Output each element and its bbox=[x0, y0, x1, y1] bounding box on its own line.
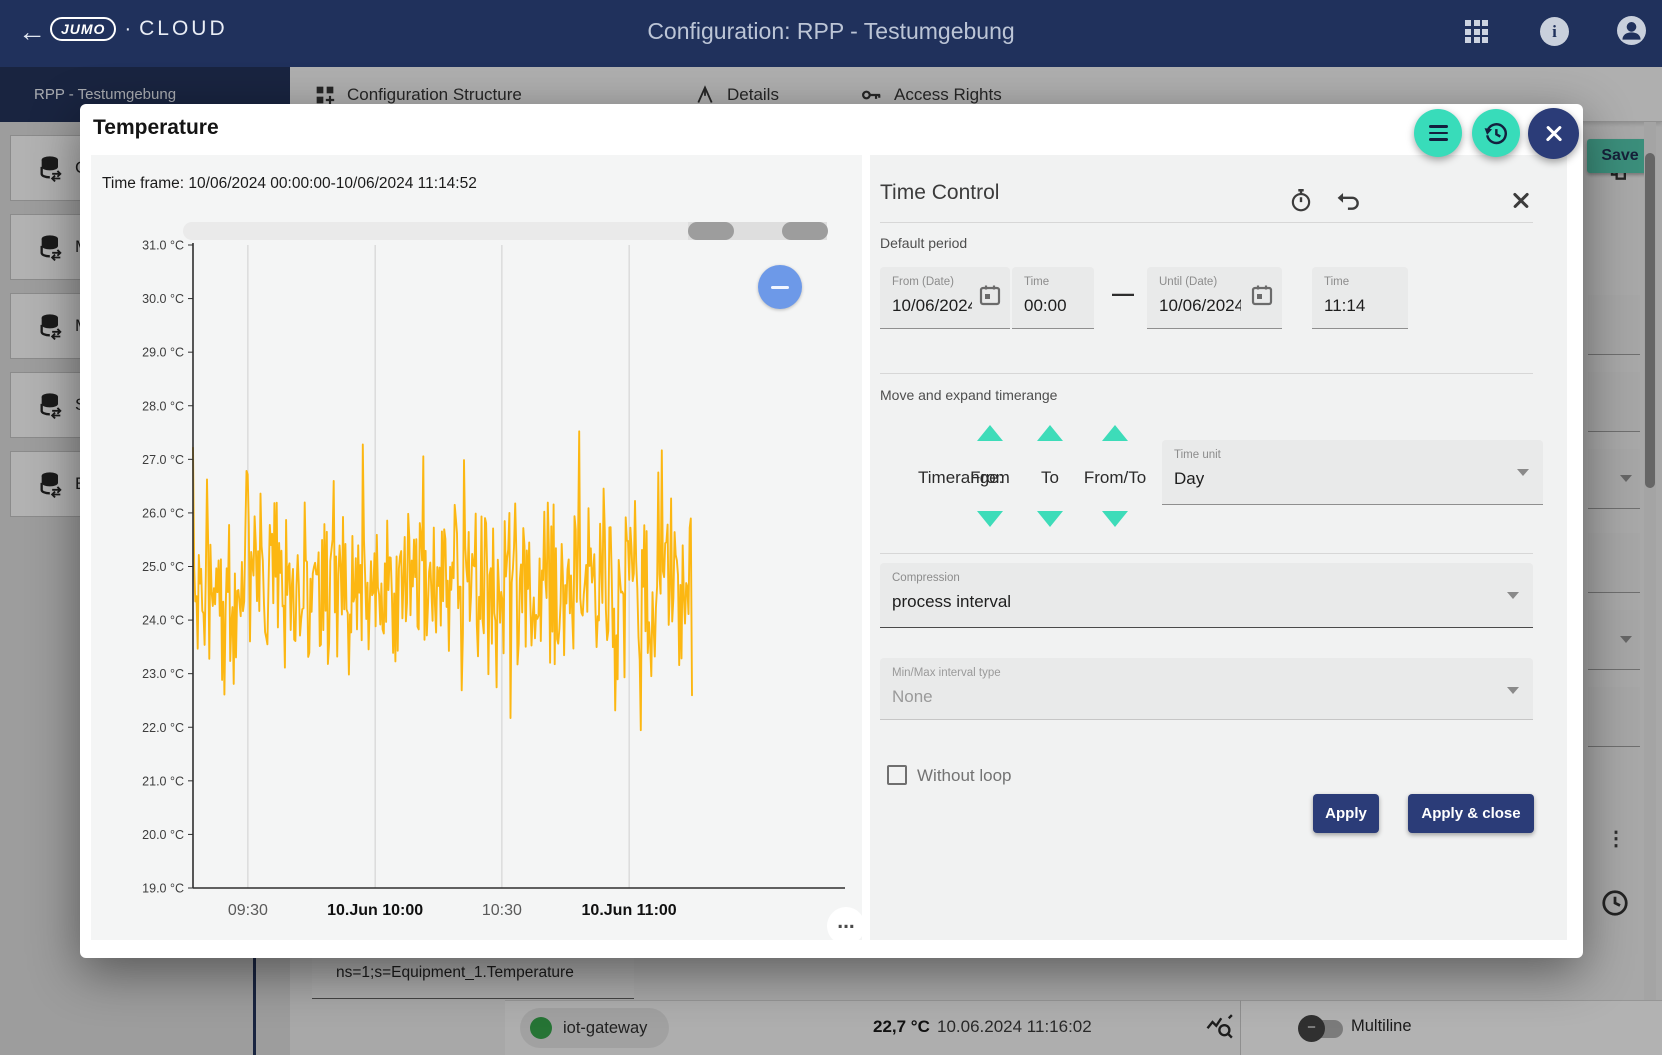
without-loop-checkbox[interactable] bbox=[887, 765, 907, 785]
svg-text:22.0 °C: 22.0 °C bbox=[142, 721, 184, 735]
from-time-field[interactable]: Time 00:00 bbox=[1012, 267, 1094, 329]
back-arrow-icon[interactable]: ← bbox=[14, 14, 50, 50]
zoom-out-button[interactable] bbox=[758, 265, 802, 309]
move-expand-label: Move and expand timerange bbox=[880, 387, 1057, 403]
svg-text:10:30: 10:30 bbox=[482, 902, 522, 919]
without-loop-label: Without loop bbox=[917, 766, 1012, 786]
jumo-cloud-logo: JUMO · CLOUD bbox=[50, 17, 228, 41]
account-icon[interactable] bbox=[1617, 16, 1646, 45]
legend-list-button[interactable] bbox=[1414, 109, 1462, 157]
slider-handle-left[interactable] bbox=[688, 222, 734, 240]
chart-panel: Time frame: 10/06/2024 00:00:00-10/06/20… bbox=[91, 155, 862, 940]
page-title: Configuration: RPP - Testumgebung bbox=[300, 18, 1362, 45]
minus-icon bbox=[771, 286, 789, 289]
timerange-option-from: From bbox=[970, 468, 1010, 488]
temperature-chart: 31.0 °C 30.0 °C 29.0 °C 28.0 °C 27.0 °C 26.0 … bbox=[91, 155, 862, 940]
calendar-icon[interactable] bbox=[978, 283, 1002, 307]
divider bbox=[880, 373, 1533, 374]
history-icon bbox=[1482, 119, 1510, 147]
until-date-field[interactable]: Until (Date) 10/06/2024 bbox=[1147, 267, 1282, 329]
timerange-option-fromto: From/To bbox=[1084, 468, 1146, 488]
time-control-close-icon[interactable] bbox=[1510, 189, 1536, 215]
chevron-down-icon bbox=[1507, 687, 1519, 694]
svg-text:27.0 °C: 27.0 °C bbox=[142, 453, 184, 467]
minmax-interval-select[interactable]: Min/Max interval type None bbox=[880, 658, 1533, 720]
time-unit-select[interactable]: Time unit Day bbox=[1162, 440, 1543, 505]
from-date-field[interactable]: From (Date) 10/06/2024 bbox=[880, 267, 1010, 329]
divider bbox=[880, 553, 1533, 554]
timerange-option-to: To bbox=[1041, 468, 1059, 488]
calendar-icon[interactable] bbox=[1250, 283, 1274, 307]
apps-grid-icon[interactable] bbox=[1465, 20, 1489, 44]
svg-text:28.0 °C: 28.0 °C bbox=[142, 399, 184, 413]
timerange-to-up-icon[interactable] bbox=[1037, 425, 1063, 441]
time-range-slider[interactable] bbox=[183, 222, 827, 240]
svg-text:29.0 °C: 29.0 °C bbox=[142, 346, 184, 360]
close-icon bbox=[1543, 123, 1565, 145]
svg-text:31.0 °C: 31.0 °C bbox=[142, 239, 184, 253]
svg-text:21.0 °C: 21.0 °C bbox=[142, 774, 184, 788]
svg-text:10.Jun 11:00: 10.Jun 11:00 bbox=[582, 902, 677, 919]
slider-handle-right[interactable] bbox=[782, 222, 828, 240]
dialog-close-button[interactable] bbox=[1528, 108, 1579, 159]
divider bbox=[880, 222, 1533, 223]
temperature-dialog: Temperature Time frame: 10/06/2024 00:00… bbox=[80, 104, 1583, 958]
dialog-title: Temperature bbox=[93, 116, 219, 140]
svg-text:25.0 °C: 25.0 °C bbox=[142, 560, 184, 574]
app-bar: ← JUMO · CLOUD Configuration: RPP - Test… bbox=[0, 0, 1662, 67]
app-window: Configuration Structure Details Access R… bbox=[0, 0, 1662, 1055]
apply-close-button[interactable]: Apply & close bbox=[1408, 794, 1534, 833]
undo-icon[interactable] bbox=[1336, 187, 1362, 213]
chart-menu-button[interactable]: ... bbox=[827, 907, 865, 945]
info-icon[interactable]: i bbox=[1540, 17, 1569, 46]
time-control-panel: Time Control Default period From (Date) … bbox=[870, 155, 1567, 940]
svg-text:26.0 °C: 26.0 °C bbox=[142, 506, 184, 520]
history-button[interactable] bbox=[1472, 109, 1520, 157]
chevron-down-icon bbox=[1517, 469, 1529, 476]
compression-select[interactable]: Compression process interval bbox=[880, 563, 1533, 628]
timerange-to-down-icon[interactable] bbox=[1037, 511, 1063, 527]
apply-button[interactable]: Apply bbox=[1313, 794, 1379, 833]
timerange-from-up-icon[interactable] bbox=[977, 425, 1003, 441]
svg-text:23.0 °C: 23.0 °C bbox=[142, 667, 184, 681]
svg-text:20.0 °C: 20.0 °C bbox=[142, 828, 184, 842]
svg-text:24.0 °C: 24.0 °C bbox=[142, 614, 184, 628]
timerange-fromto-up-icon[interactable] bbox=[1102, 425, 1128, 441]
svg-text:09:30: 09:30 bbox=[228, 902, 268, 919]
jumo-logo: JUMO bbox=[50, 17, 116, 41]
chevron-down-icon bbox=[1507, 592, 1519, 599]
timer-icon[interactable] bbox=[1288, 187, 1314, 213]
until-time-field[interactable]: Time 11:14 bbox=[1312, 267, 1408, 329]
list-icon bbox=[1429, 125, 1448, 141]
range-separator: — bbox=[1108, 281, 1138, 307]
time-control-title: Time Control bbox=[880, 181, 999, 205]
cloud-logo-text: CLOUD bbox=[139, 17, 228, 41]
timerange-from-down-icon[interactable] bbox=[977, 511, 1003, 527]
svg-text:10.Jun 10:00: 10.Jun 10:00 bbox=[327, 902, 423, 919]
default-period-label: Default period bbox=[880, 235, 967, 251]
time-frame-label: Time frame: 10/06/2024 00:00:00-10/06/20… bbox=[102, 175, 477, 193]
timerange-fromto-down-icon[interactable] bbox=[1102, 511, 1128, 527]
svg-text:30.0 °C: 30.0 °C bbox=[142, 292, 184, 306]
svg-text:19.0 °C: 19.0 °C bbox=[142, 882, 184, 896]
